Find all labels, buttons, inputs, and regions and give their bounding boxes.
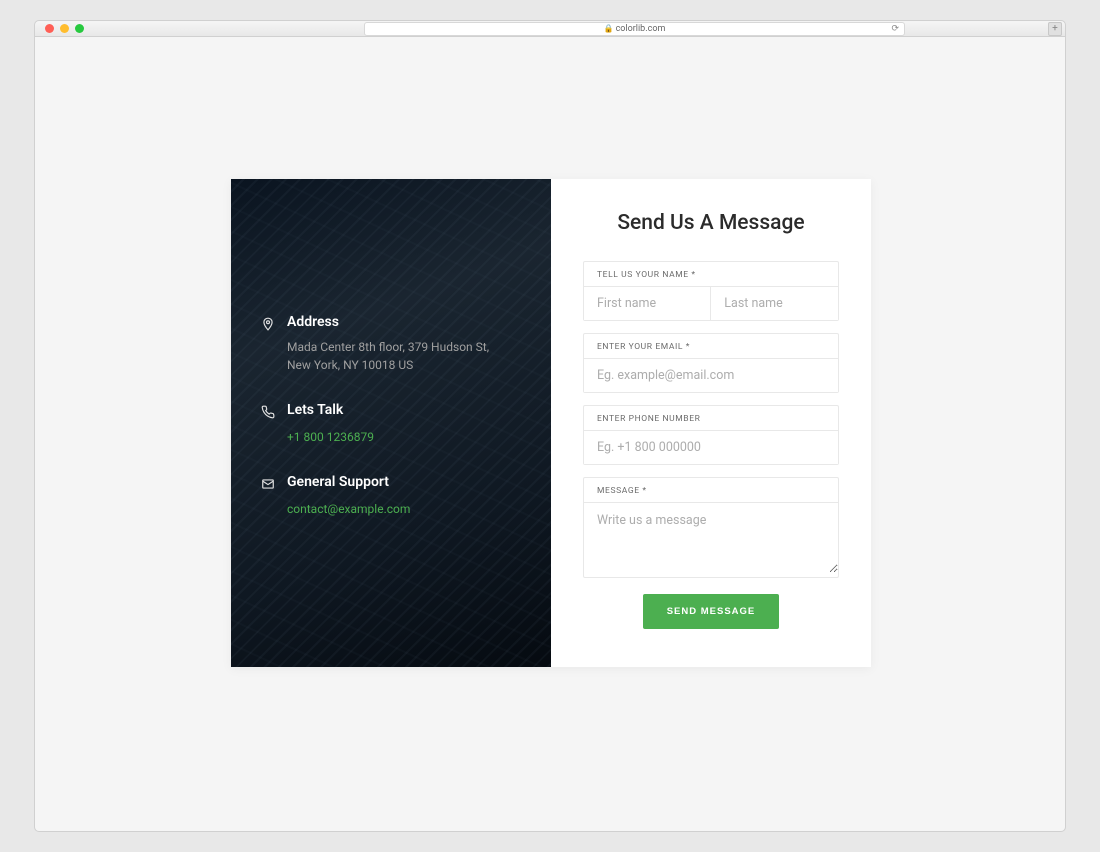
form-title: Send Us A Message [583,211,839,235]
phone-input[interactable] [584,431,838,464]
url-text: colorlib.com [616,24,666,34]
message-label: MESSAGE * [584,478,838,503]
envelope-icon [261,476,275,490]
phone-link[interactable]: +1 800 1236879 [287,430,374,444]
phone-group: ENTER PHONE NUMBER [583,405,839,465]
email-input[interactable] [584,359,838,392]
address-bar[interactable]: 🔒 colorlib.com ⟳ [364,22,905,36]
contact-info-panel: Address Mada Center 8th floor, 379 Hudso… [231,179,551,667]
last-name-input[interactable] [711,287,838,320]
name-group: TELL US YOUR NAME * [583,261,839,321]
support-title: General Support [287,474,521,490]
window-controls [45,24,84,33]
phone-label: ENTER PHONE NUMBER [584,406,838,431]
page-viewport: Address Mada Center 8th floor, 379 Hudso… [34,37,1066,832]
contact-form-panel: Send Us A Message TELL US YOUR NAME * EN… [551,179,871,667]
contact-card: Address Mada Center 8th floor, 379 Hudso… [231,179,871,667]
browser-window: 🔒 colorlib.com ⟳ + Address Mada Center 8… [0,0,1100,852]
email-group: ENTER YOUR EMAIL * [583,333,839,393]
lock-icon: 🔒 [604,24,614,33]
message-group: MESSAGE * [583,477,839,578]
browser-toolbar: 🔒 colorlib.com ⟳ + [34,20,1066,37]
submit-row: SEND MESSAGE [583,594,839,629]
address-block: Address Mada Center 8th floor, 379 Hudso… [287,314,521,374]
address-title: Address [287,314,521,330]
reload-icon[interactable]: ⟳ [891,24,899,34]
name-label: TELL US YOUR NAME * [584,262,838,287]
address-line-2: New York, NY 10018 US [287,356,521,374]
location-pin-icon [261,316,275,330]
maximize-window-button[interactable] [75,24,84,33]
phone-icon [261,404,275,418]
minimize-window-button[interactable] [60,24,69,33]
first-name-input[interactable] [584,287,711,320]
send-message-button[interactable]: SEND MESSAGE [643,594,780,629]
email-label: ENTER YOUR EMAIL * [584,334,838,359]
message-textarea[interactable] [584,503,838,573]
phone-block: Lets Talk +1 800 1236879 [287,402,521,446]
support-block: General Support contact@example.com [287,474,521,518]
new-tab-button[interactable]: + [1048,22,1062,36]
address-line-1: Mada Center 8th floor, 379 Hudson St, [287,338,521,356]
phone-title: Lets Talk [287,402,521,418]
close-window-button[interactable] [45,24,54,33]
support-email-link[interactable]: contact@example.com [287,502,410,516]
